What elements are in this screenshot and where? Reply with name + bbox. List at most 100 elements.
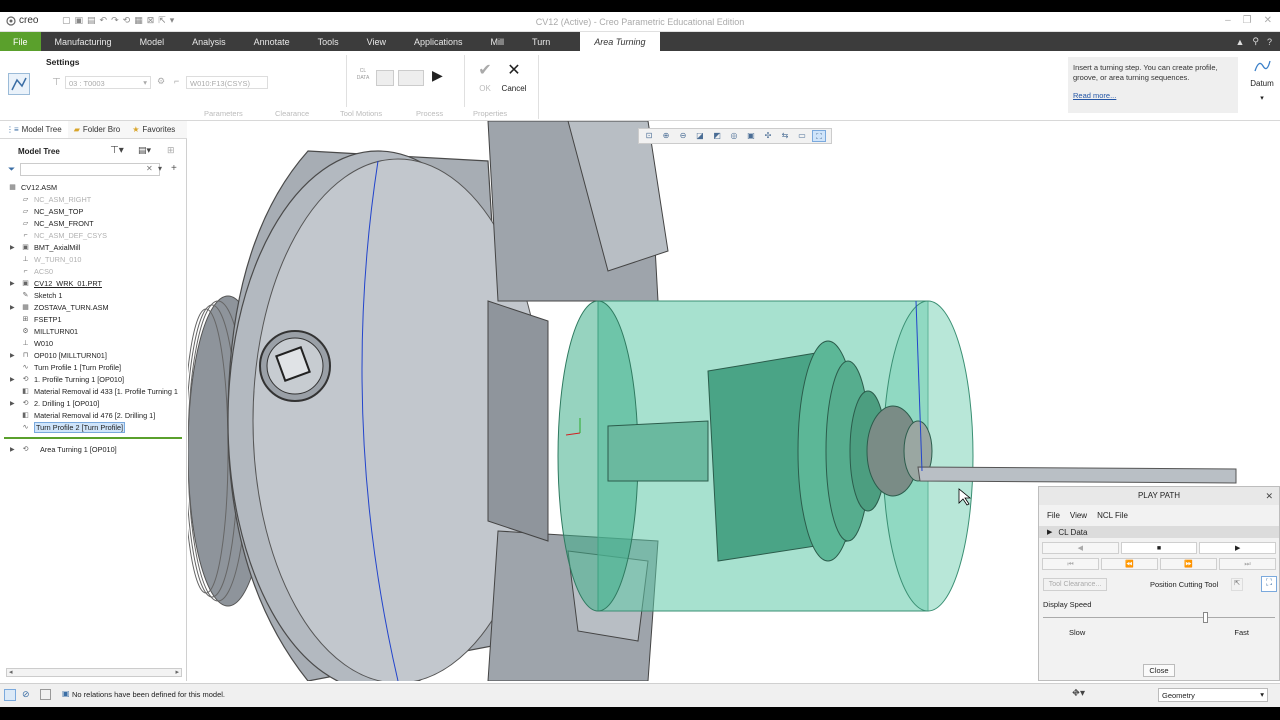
search-dropdown-icon[interactable]: ▾ xyxy=(158,164,162,173)
annotation-display-icon[interactable]: ⇆ xyxy=(778,130,792,142)
tab-view[interactable]: View xyxy=(353,32,400,51)
csys-field[interactable]: W010:F13(CSYS) xyxy=(186,76,268,89)
tool-select[interactable]: 03 : T0003 ▾ xyxy=(65,76,151,89)
speed-slider-thumb[interactable] xyxy=(1203,612,1209,623)
selection-filter-select[interactable]: Geometry ▾ xyxy=(1158,688,1268,702)
navigator-toggle-icon[interactable] xyxy=(4,689,16,701)
go-to-end-button[interactable]: ⏭ xyxy=(1219,558,1276,570)
datum-button[interactable]: Datum ▾ xyxy=(1246,57,1278,102)
play-forward-button[interactable]: ▶ xyxy=(1199,542,1277,554)
tree-item[interactable]: ▶ ⟲ 2. Drilling 1 [OP010] xyxy=(0,397,187,409)
datum-dropdown-icon[interactable]: ▾ xyxy=(1246,94,1278,102)
restore-icon[interactable]: ❐ xyxy=(1243,15,1252,26)
spin-center-icon[interactable]: ▭ xyxy=(795,130,809,142)
tab-folder-browser[interactable]: ▰ Folder Bro xyxy=(68,121,127,138)
expand-arrow-icon[interactable]: ▶ xyxy=(10,400,16,407)
tree-item[interactable]: ▶ ▣ CV12_WRK_01.PRT xyxy=(0,277,187,289)
tree-item[interactable]: ⌐ NC_ASM_DEF_CSYS xyxy=(0,229,187,241)
cl-data-section[interactable]: ▶ CL Data xyxy=(1039,526,1279,538)
help-icon[interactable]: ? xyxy=(1267,37,1272,47)
ok-button[interactable]: ✔ OK xyxy=(474,63,496,94)
expand-arrow-icon[interactable]: ▶ xyxy=(10,376,16,383)
menu-view[interactable]: View xyxy=(1070,511,1087,520)
tab-model-tree[interactable]: ⋮≡ Model Tree xyxy=(0,121,68,138)
close-button[interactable]: Close xyxy=(1143,664,1175,677)
repaint-icon[interactable]: ◪ xyxy=(693,130,707,142)
play-icon[interactable]: ▶ xyxy=(432,67,443,84)
tree-item[interactable]: ▶ ⊓ OP010 [MILLTURN01] xyxy=(0,349,187,361)
scroll-right-icon[interactable]: ▸ xyxy=(175,668,179,676)
sub-tab-tool-motions[interactable]: Tool Motions xyxy=(340,109,382,118)
expand-arrow-icon[interactable]: ▶ xyxy=(10,304,16,311)
tab-model[interactable]: Model xyxy=(126,32,179,51)
clear-search-icon[interactable]: ✕ xyxy=(146,164,153,173)
tree-item-area-turning[interactable]: ▶ ⟲ Area Turning 1 [OP010] xyxy=(0,443,187,455)
tab-mill[interactable]: Mill xyxy=(477,32,519,51)
selection-filter-icon[interactable]: ⛖▾ xyxy=(1072,688,1085,699)
dialog-close-icon[interactable]: ✕ xyxy=(1265,487,1273,505)
zoom-out-icon[interactable]: ⊖ xyxy=(676,130,690,142)
saved-views-icon[interactable]: ◎ xyxy=(727,130,741,142)
fullscreen-icon[interactable] xyxy=(40,689,51,700)
tree-item[interactable]: ▶ ⟲ 1. Profile Turning 1 [OP010] xyxy=(0,373,187,385)
tree-item[interactable]: ◧ Material Removal id 476 [2. Drilling 1] xyxy=(0,409,187,421)
cancel-button[interactable]: ✕ Cancel xyxy=(500,63,528,94)
sub-tab-properties[interactable]: Properties xyxy=(473,109,507,118)
tree-item[interactable]: ▶ ▦ ZOSTAVA_TURN.ASM xyxy=(0,301,187,313)
step-backward-button[interactable]: ⏪ xyxy=(1101,558,1158,570)
tab-annotate[interactable]: Annotate xyxy=(240,32,304,51)
tree-item[interactable]: ✎ Sketch 1 xyxy=(0,289,187,301)
minimize-icon[interactable]: – xyxy=(1225,15,1231,26)
tree-item[interactable]: ⊥ W_TURN_010 xyxy=(0,253,187,265)
go-to-start-button[interactable]: ⏮ xyxy=(1042,558,1099,570)
verify-button[interactable] xyxy=(398,70,424,86)
browser-toggle-icon[interactable]: ⊘ xyxy=(22,689,30,700)
step-forward-button[interactable]: ⏩ xyxy=(1160,558,1217,570)
display-style-icon[interactable]: ◩ xyxy=(710,130,724,142)
position-tool-icon[interactable]: ⇱ xyxy=(1231,578,1243,591)
tool-setup-icon[interactable]: ⚙ xyxy=(157,76,165,87)
read-more-link[interactable]: Read more... xyxy=(1073,91,1233,101)
menu-ncl-file[interactable]: NCL File xyxy=(1097,511,1128,520)
refit-icon[interactable]: ⊡ xyxy=(642,130,656,142)
tree-item[interactable]: ⌐ ACS0 xyxy=(0,265,187,277)
tree-item[interactable]: ◧ Material Removal id 433 [1. Profile Tur… xyxy=(0,385,187,397)
turning-type-icon[interactable] xyxy=(8,73,30,95)
tree-columns-icon[interactable]: ▤▾ xyxy=(138,145,151,156)
stop-button[interactable]: ■ xyxy=(1120,542,1198,554)
display-toolpath-button[interactable] xyxy=(376,70,394,86)
tab-turn[interactable]: Turn xyxy=(518,32,564,51)
toolpath-display-icon[interactable]: ⛶ xyxy=(812,130,826,142)
cl-data-button[interactable]: CL DATA xyxy=(355,68,371,86)
tree-item[interactable]: ▶ ▣ BMT_AxialMill xyxy=(0,241,187,253)
tab-tools[interactable]: Tools xyxy=(304,32,353,51)
tab-file[interactable]: File xyxy=(0,32,41,51)
sub-tab-process[interactable]: Process xyxy=(416,109,443,118)
sub-tab-parameters[interactable]: Parameters xyxy=(204,109,243,118)
tree-item[interactable]: ▱ NC_ASM_TOP xyxy=(0,205,187,217)
close-icon[interactable]: ✕ xyxy=(1264,15,1272,26)
tab-area-turning[interactable]: Area Turning xyxy=(580,32,660,51)
tree-item[interactable]: ⊥ W010 xyxy=(0,337,187,349)
tree-item[interactable]: ⚙ MILLTURN01 xyxy=(0,325,187,337)
tree-item[interactable]: ▱ NC_ASM_FRONT xyxy=(0,217,187,229)
speed-slider[interactable] xyxy=(1043,609,1275,625)
expand-arrow-icon[interactable]: ▶ xyxy=(10,352,16,359)
search-icon[interactable]: ⚲ xyxy=(1252,36,1259,47)
view-manager-icon[interactable]: ▣ xyxy=(744,130,758,142)
menu-file[interactable]: File xyxy=(1047,511,1060,520)
tree-item[interactable]: ▱ NC_ASM_RIGHT xyxy=(0,193,187,205)
play-backward-button[interactable]: ◀ xyxy=(1042,542,1119,554)
tree-item[interactable]: ⊞ FSETP1 xyxy=(0,313,187,325)
tool-clearance-button[interactable]: Tool Clearance... xyxy=(1043,578,1107,591)
tab-favorites[interactable]: ★ Favorites xyxy=(126,121,181,138)
collapse-ribbon-icon[interactable]: ▲ xyxy=(1235,37,1244,47)
tree-item[interactable]: ∿ Turn Profile 1 [Turn Profile] xyxy=(0,361,187,373)
expand-arrow-icon[interactable]: ▶ xyxy=(10,244,16,251)
zoom-in-icon[interactable]: ⊕ xyxy=(659,130,673,142)
tree-item[interactable]: ∿ Turn Profile 2 [Turn Profile] xyxy=(0,421,187,433)
tree-item[interactable]: ▦ CV12.ASM xyxy=(0,181,187,193)
tree-settings-icon[interactable]: ⊤▾ xyxy=(110,145,124,156)
add-filter-icon[interactable]: + xyxy=(171,163,177,174)
navigator-scrollbar[interactable]: ◂ ▸ xyxy=(6,668,182,677)
